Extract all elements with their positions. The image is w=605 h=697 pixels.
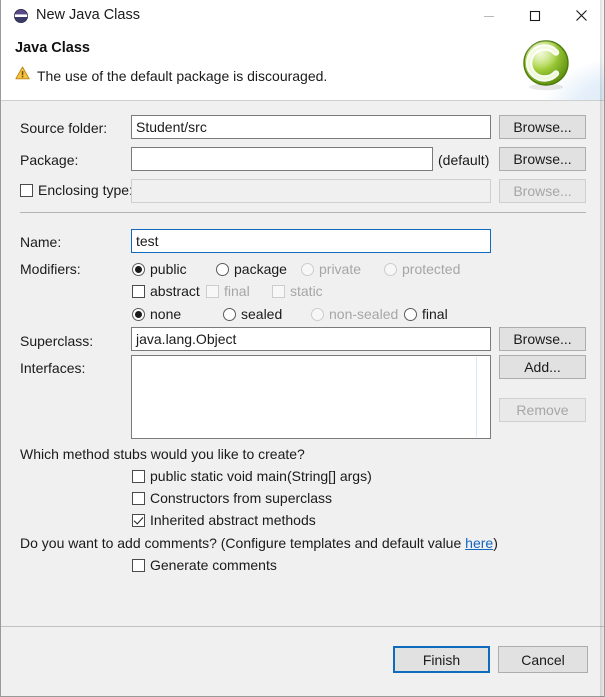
comments-question-suffix: ): [493, 535, 498, 551]
radio-label: public: [150, 261, 187, 277]
modifier-radio-protected[interactable]: protected: [384, 260, 460, 278]
checkbox-box: [20, 183, 33, 197]
modifier-radio-package[interactable]: package: [216, 260, 287, 278]
stub-checkbox-main[interactable]: public static void main(String[] args): [132, 467, 372, 485]
source-folder-browse-button[interactable]: Browse...: [499, 115, 586, 139]
stub-checkbox-constructors[interactable]: Constructors from superclass: [132, 489, 332, 507]
checkbox-label: public static void main(String[] args): [150, 468, 372, 484]
checkbox-label: static: [290, 283, 323, 299]
package-input[interactable]: [131, 147, 433, 171]
name-label: Name:: [20, 234, 62, 250]
radio-label: final: [422, 306, 448, 322]
enclosing-type-checkbox[interactable]: Enclosing type:: [20, 181, 133, 199]
modifier-checkbox-final[interactable]: final: [206, 282, 250, 300]
checkbox-label: final: [224, 283, 250, 299]
eclipse-java-icon: [13, 8, 29, 24]
radio-dot: [223, 307, 236, 321]
modifier-radio-final[interactable]: final: [404, 305, 448, 323]
modifiers-label: Modifiers:: [20, 261, 81, 277]
new-java-class-dialog: New Java Class Java Class The use of the…: [0, 0, 605, 697]
interfaces-list-scrollbar[interactable]: [476, 357, 477, 437]
header-message: The use of the default package is discou…: [37, 67, 328, 84]
interfaces-label: Interfaces:: [20, 360, 86, 376]
comments-question: Do you want to add comments? (Configure …: [20, 534, 498, 552]
title-bar: New Java Class: [1, 0, 604, 31]
configure-templates-link[interactable]: here: [465, 535, 493, 551]
checkbox-box: [132, 558, 145, 572]
package-label: Package:: [20, 152, 79, 168]
checkbox-box: [132, 513, 145, 527]
radio-dot: [311, 307, 324, 321]
radio-dot: [384, 262, 397, 276]
dialog-footer: ? Finish Cancel: [1, 627, 604, 696]
modifier-radio-private[interactable]: private: [301, 260, 361, 278]
generate-comments-checkbox[interactable]: Generate comments: [132, 556, 277, 574]
radio-dot: [216, 262, 229, 276]
interfaces-add-button[interactable]: Add...: [499, 355, 586, 379]
interfaces-list[interactable]: [131, 355, 491, 439]
checkbox-label: Constructors from superclass: [150, 490, 333, 506]
checkbox-label: Inherited abstract methods: [150, 512, 316, 528]
section-divider-1: [20, 212, 586, 213]
maximize-icon: [529, 10, 541, 21]
checkbox-label: Generate comments: [150, 557, 277, 573]
checkbox-box: [272, 284, 285, 298]
radio-dot: [132, 262, 145, 276]
header-message-row: The use of the default package is discou…: [15, 66, 327, 85]
name-input[interactable]: test: [131, 229, 491, 253]
radio-label: protected: [402, 261, 461, 277]
radio-dot: [404, 307, 417, 321]
modifier-radio-none[interactable]: none: [132, 305, 181, 323]
method-stubs-question: Which method stubs would you like to cre…: [20, 446, 305, 462]
dialog-header: Java Class The use of the default packag…: [1, 31, 604, 100]
window-border-left: [0, 0, 1, 697]
close-icon: [575, 10, 587, 21]
enclosing-type-input[interactable]: [131, 179, 491, 203]
modifier-checkbox-abstract[interactable]: abstract: [132, 282, 200, 300]
interfaces-remove-button[interactable]: Remove: [499, 398, 586, 422]
modifier-radio-non-sealed[interactable]: non-sealed: [311, 305, 398, 323]
modifier-radio-sealed[interactable]: sealed: [223, 305, 282, 323]
comments-question-prefix: Do you want to add comments? (Configure …: [20, 535, 466, 551]
maximize-button[interactable]: [512, 0, 558, 31]
radio-dot: [132, 307, 145, 321]
dialog-body: Source folder: Student/src Browse... Pac…: [1, 101, 604, 626]
source-folder-input[interactable]: Student/src: [131, 115, 491, 139]
radio-label: package: [234, 261, 287, 277]
radio-dot: [301, 262, 314, 276]
source-folder-label: Source folder:: [20, 120, 108, 136]
checkbox-label: abstract: [150, 283, 200, 299]
minimize-icon: [484, 15, 494, 17]
minimize-button[interactable]: [466, 0, 512, 31]
superclass-label: Superclass:: [20, 333, 94, 349]
checkbox-box: [132, 491, 145, 505]
enclosing-type-browse-button[interactable]: Browse...: [499, 179, 586, 203]
checkbox-box: [206, 284, 219, 298]
package-default-suffix: (default): [438, 152, 490, 168]
page-title: Java Class: [15, 40, 90, 56]
warning-icon: [15, 66, 30, 85]
radio-label: none: [150, 306, 182, 322]
modifier-radio-public[interactable]: public: [132, 260, 187, 278]
stub-checkbox-inherited[interactable]: Inherited abstract methods: [132, 511, 316, 529]
finish-button[interactable]: Finish: [393, 646, 490, 673]
modifier-checkbox-static[interactable]: static: [272, 282, 323, 300]
radio-label: non-sealed: [329, 306, 399, 322]
radio-label: private: [319, 261, 362, 277]
window-title: New Java Class: [36, 7, 140, 23]
package-browse-button[interactable]: Browse...: [499, 147, 586, 171]
cancel-button[interactable]: Cancel: [498, 646, 588, 673]
checkbox-box: [132, 284, 145, 298]
java-class-green-icon: [518, 37, 574, 93]
radio-label: sealed: [241, 306, 283, 322]
enclosing-type-label: Enclosing type:: [38, 182, 133, 198]
checkbox-box: [132, 469, 145, 483]
superclass-input[interactable]: java.lang.Object: [131, 327, 491, 351]
superclass-browse-button[interactable]: Browse...: [499, 327, 586, 351]
close-button[interactable]: [558, 0, 604, 31]
